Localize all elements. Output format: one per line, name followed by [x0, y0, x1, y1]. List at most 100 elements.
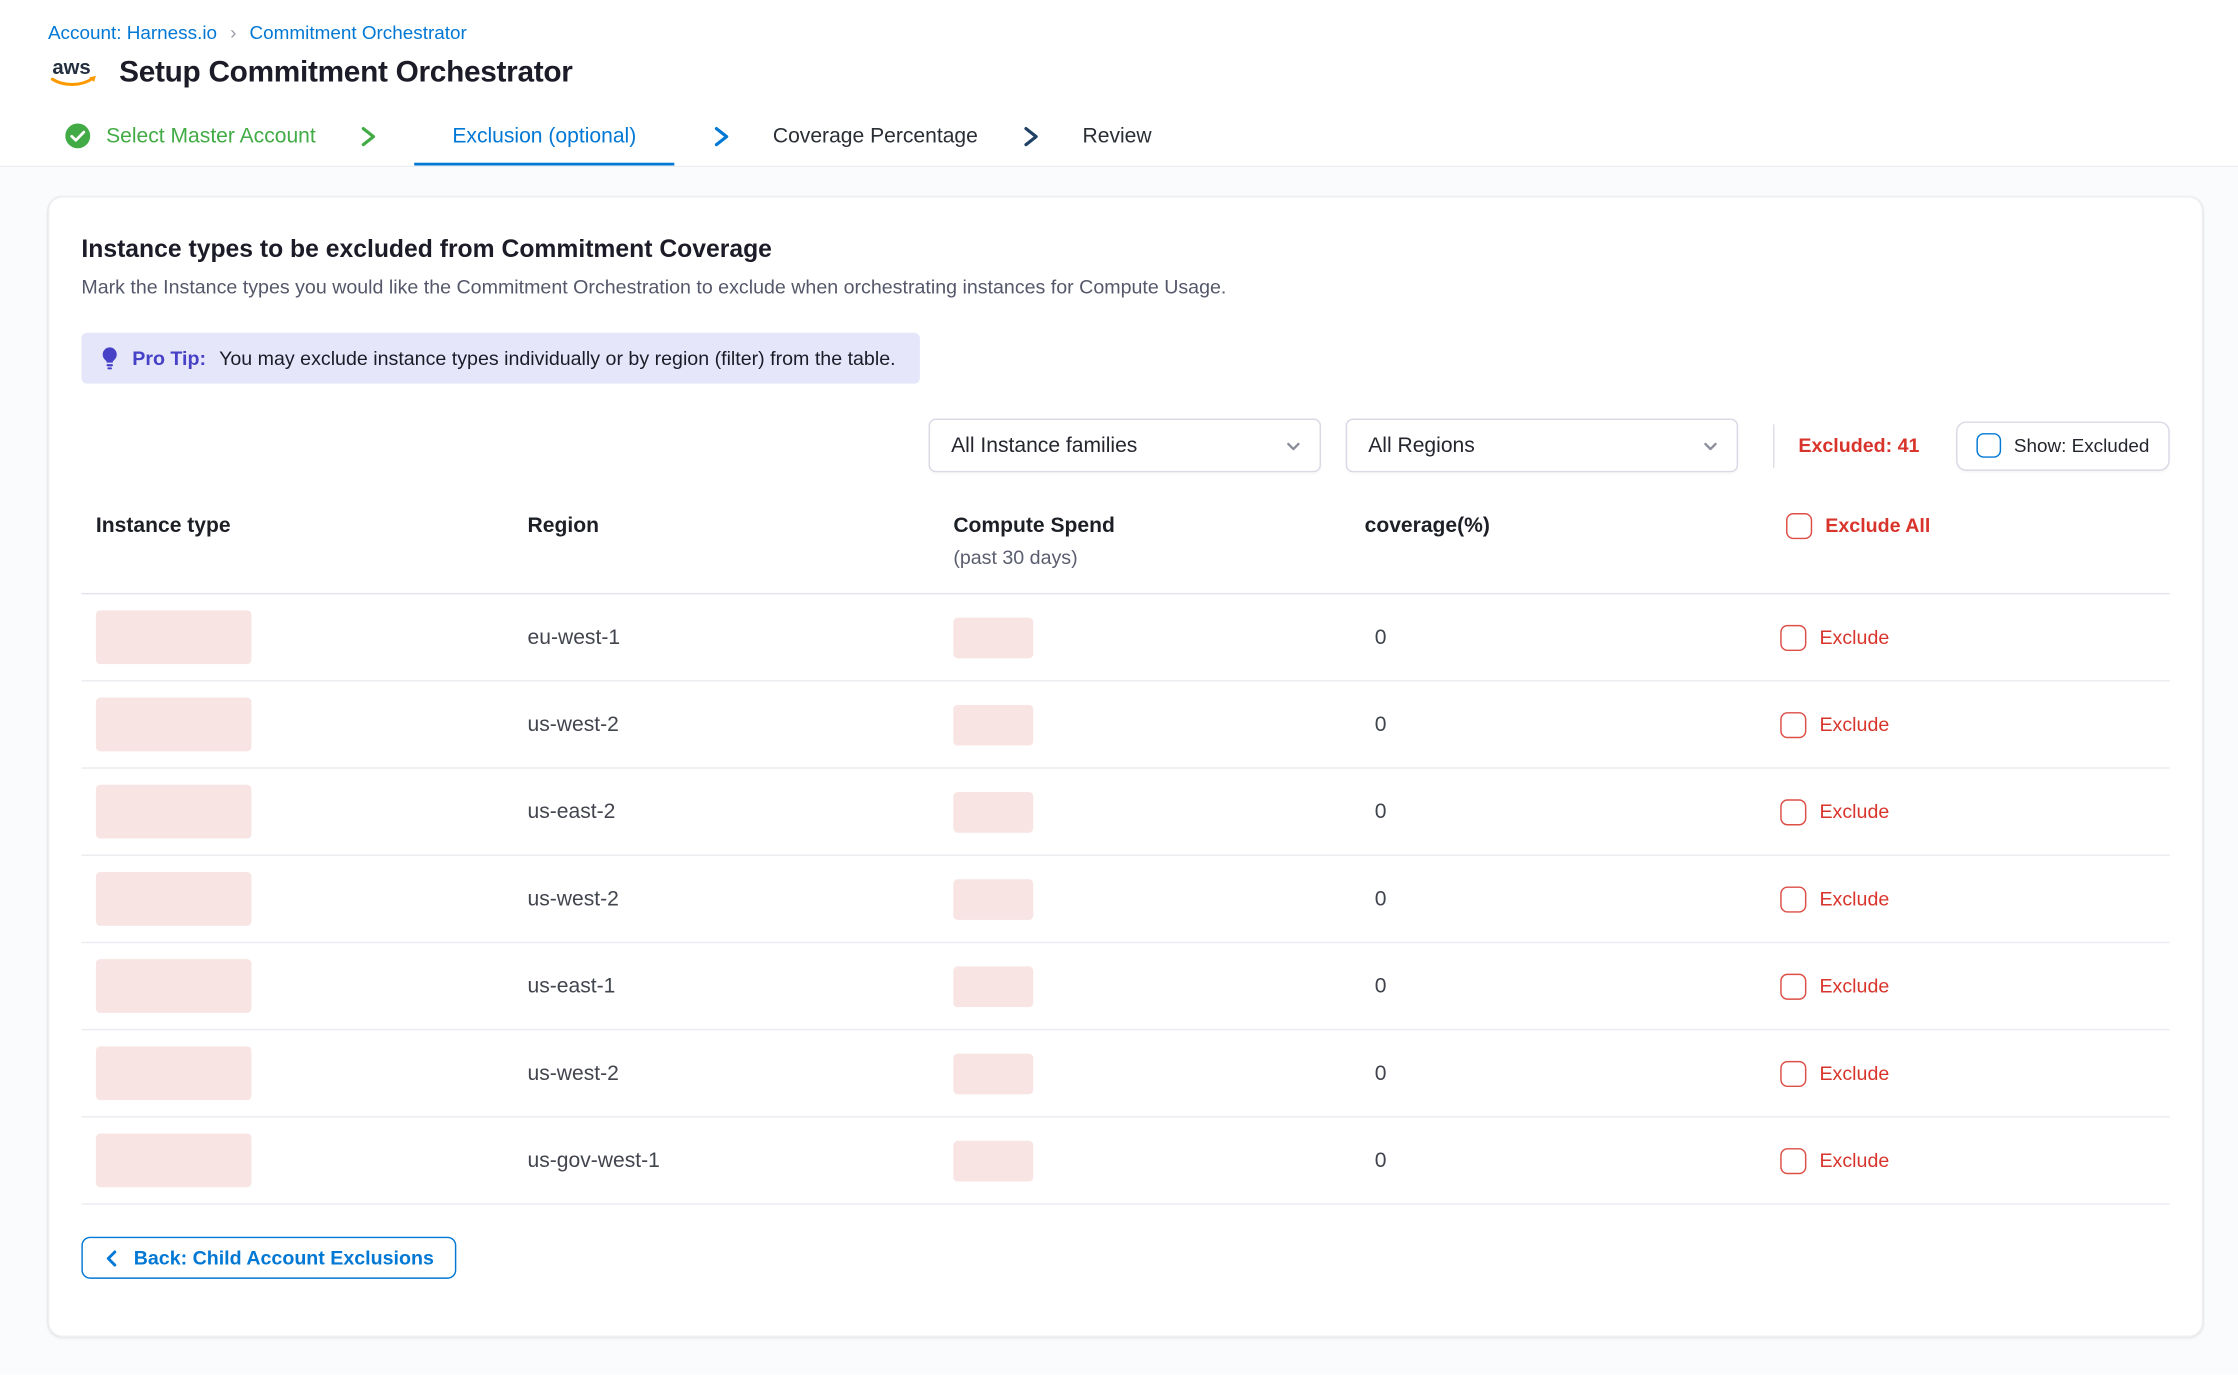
exclude-checkbox[interactable]: [1780, 1148, 1806, 1174]
exclude-checkbox[interactable]: [1780, 712, 1806, 738]
region-cell: us-east-1: [513, 975, 939, 998]
pro-tip-label: Pro Tip:: [132, 347, 206, 369]
vertical-divider: [1774, 424, 1775, 468]
exclude-cell: Exclude: [1772, 1061, 2170, 1087]
redacted-instance-type: [96, 873, 251, 927]
exclude-checkbox[interactable]: [1780, 974, 1806, 1000]
wizard-stepper: Select Master Account Exclusion (optiona…: [0, 106, 2238, 167]
coverage-cell: 0: [1350, 975, 1771, 998]
instance-type-cell: [81, 960, 513, 1014]
exclude-label: Exclude: [1819, 889, 1889, 911]
regions-select[interactable]: All Regions: [1346, 419, 1738, 473]
step-coverage-percentage[interactable]: Coverage Percentage: [767, 106, 984, 166]
step-review[interactable]: Review: [1077, 106, 1158, 166]
app-root: Account: Harness.io › Commitment Orchest…: [0, 0, 2238, 1375]
back-button-label: Back: Child Account Exclusions: [134, 1247, 434, 1269]
redacted-instance-type: [96, 1047, 251, 1101]
exclusion-card: Instance types to be excluded from Commi…: [48, 196, 2203, 1337]
exclude-all-checkbox[interactable]: [1786, 513, 1812, 539]
instance-type-cell: [81, 698, 513, 752]
table-row: us-west-2 0 Exclude: [81, 1031, 2169, 1118]
instance-type-cell: [81, 611, 513, 665]
chevron-down-icon: [1702, 437, 1719, 454]
compute-spend-title: Compute Spend: [953, 513, 1350, 540]
compute-spend-cell: [939, 879, 1350, 920]
page-content: Instance types to be excluded from Commi…: [0, 167, 2238, 1375]
compute-spend-subtitle: (past 30 days): [953, 545, 1350, 571]
region-cell: us-west-2: [513, 1062, 939, 1085]
exclude-label: Exclude: [1819, 1063, 1889, 1085]
table-row: us-west-2 0 Exclude: [81, 857, 2169, 944]
step-label: Coverage Percentage: [773, 124, 978, 147]
excluded-count-badge: Excluded: 41: [1798, 435, 1919, 457]
chevron-right-icon: [356, 124, 379, 147]
region-cell: us-west-2: [513, 713, 939, 736]
exclusion-table: Instance type Region Compute Spend (past…: [81, 496, 2169, 1206]
step-select-master-account[interactable]: Select Master Account: [58, 106, 321, 166]
pro-tip-banner: Pro Tip: You may exclude instance types …: [81, 333, 920, 384]
compute-spend-cell: [939, 617, 1350, 658]
chevron-down-icon: [1285, 437, 1302, 454]
instance-type-cell: [81, 873, 513, 927]
redacted-instance-type: [96, 785, 251, 839]
coverage-cell: 0: [1350, 801, 1771, 824]
exclude-label: Exclude: [1819, 1150, 1889, 1172]
breadcrumb-page-link[interactable]: Commitment Orchestrator: [250, 22, 467, 44]
chevron-left-icon: [103, 1250, 120, 1267]
show-excluded-toggle[interactable]: Show: Excluded: [1956, 421, 2170, 470]
exclude-checkbox[interactable]: [1780, 799, 1806, 825]
exclude-label: Exclude: [1819, 801, 1889, 823]
instance-type-cell: [81, 1134, 513, 1188]
exclude-all-label: Exclude All: [1825, 513, 1930, 539]
table-row: us-east-2 0 Exclude: [81, 769, 2169, 856]
breadcrumb-account-link[interactable]: Account: Harness.io: [48, 22, 217, 44]
exclude-checkbox[interactable]: [1780, 886, 1806, 912]
region-cell: us-gov-west-1: [513, 1149, 939, 1172]
exclude-cell: Exclude: [1772, 886, 2170, 912]
select-value: All Regions: [1368, 434, 1475, 457]
table-row: us-gov-west-1 0 Exclude: [81, 1118, 2169, 1205]
region-cell: eu-west-1: [513, 626, 939, 649]
coverage-cell: 0: [1350, 1062, 1771, 1085]
redacted-compute-spend: [953, 879, 1033, 920]
redacted-instance-type: [96, 960, 251, 1014]
table-row: us-east-1 0 Exclude: [81, 944, 2169, 1031]
step-label: Exclusion (optional): [452, 124, 636, 147]
check-circle-icon: [64, 122, 92, 150]
redacted-compute-spend: [953, 1053, 1033, 1094]
exclude-cell: Exclude: [1772, 625, 2170, 651]
show-excluded-checkbox[interactable]: [1976, 433, 2001, 458]
instance-type-cell: [81, 1047, 513, 1101]
compute-spend-cell: [939, 966, 1350, 1007]
exclude-checkbox[interactable]: [1780, 1061, 1806, 1087]
exclude-cell: Exclude: [1772, 974, 2170, 1000]
exclude-cell: Exclude: [1772, 712, 2170, 738]
back-button[interactable]: Back: Child Account Exclusions: [81, 1237, 455, 1279]
step-exclusion[interactable]: Exclusion (optional): [415, 106, 674, 166]
compute-spend-cell: [939, 705, 1350, 746]
exclude-cell: Exclude: [1772, 1148, 2170, 1174]
lightbulb-icon: [100, 346, 119, 371]
redacted-compute-spend: [953, 617, 1033, 658]
page-title: Setup Commitment Orchestrator: [119, 55, 572, 90]
table-row: us-west-2 0 Exclude: [81, 682, 2169, 769]
chevron-right-icon: [1019, 124, 1042, 147]
column-header-compute-spend: Compute Spend (past 30 days): [939, 513, 1350, 570]
region-cell: us-west-2: [513, 888, 939, 911]
table-body: eu-west-1 0 Exclude us-west-2 0 Exclude …: [81, 595, 2169, 1205]
column-header-region: Region: [513, 513, 939, 540]
section-heading: Instance types to be excluded from Commi…: [81, 235, 2169, 264]
compute-spend-cell: [939, 1053, 1350, 1094]
pro-tip-text: You may exclude instance types individua…: [219, 347, 895, 369]
redacted-instance-type: [96, 1134, 251, 1188]
instance-families-select[interactable]: All Instance families: [929, 419, 1321, 473]
breadcrumb: Account: Harness.io › Commitment Orchest…: [48, 22, 2203, 44]
coverage-cell: 0: [1350, 888, 1771, 911]
redacted-instance-type: [96, 611, 251, 665]
table-row: eu-west-1 0 Exclude: [81, 595, 2169, 682]
coverage-cell: 0: [1350, 1149, 1771, 1172]
select-value: All Instance families: [951, 434, 1137, 457]
redacted-compute-spend: [953, 705, 1033, 746]
redacted-compute-spend: [953, 1141, 1033, 1182]
exclude-checkbox[interactable]: [1780, 625, 1806, 651]
